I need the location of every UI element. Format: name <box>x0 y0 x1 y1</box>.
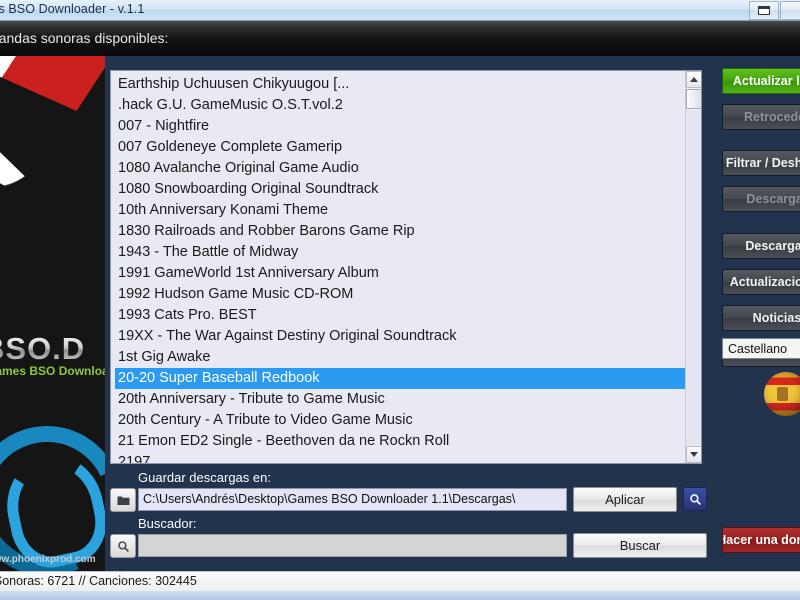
browse-folder-button[interactable] <box>110 488 136 512</box>
main-content: BSO.D Games BSO Downloader www.phoenixpr… <box>0 56 800 571</box>
downloads-button[interactable]: Descargas <box>722 233 800 259</box>
update-list-button[interactable]: Actualizar lista <box>722 68 800 94</box>
soundtrack-list[interactable]: Earthship Uchuusen Chikyuugou [... .hack … <box>111 71 686 463</box>
search-input[interactable] <box>138 534 567 557</box>
list-item[interactable]: 1992 Hudson Game Music CD-ROM <box>115 284 686 305</box>
save-path-input[interactable]: C:\Users\Andrés\Desktop\Games BSO Downlo… <box>138 488 567 511</box>
logo-title: BSO.D <box>0 331 85 367</box>
magnifier-icon <box>117 540 129 552</box>
list-item[interactable]: 20-20 Super Baseball Redbook <box>115 368 686 389</box>
apply-button[interactable]: Aplicar <box>573 487 677 512</box>
download-button[interactable]: Descargar <box>722 186 800 212</box>
magnifier-icon <box>689 493 701 505</box>
list-item[interactable]: 1993 Cats Pro. BEST <box>115 305 686 326</box>
list-item[interactable]: 1st Gig Awake <box>115 347 686 368</box>
scroll-down-button[interactable] <box>686 446 701 463</box>
window-title: Games BSO Downloader - v.1.1 <box>0 2 145 16</box>
search-button[interactable]: Buscar <box>573 533 707 558</box>
window-bottom-edge <box>0 591 800 600</box>
list-scrollbar[interactable] <box>685 71 701 463</box>
status-text: Bandas Sonoras: 6721 // Canciones: 30244… <box>0 574 197 588</box>
chevron-up-icon <box>690 77 698 82</box>
spain-flag-icon <box>764 372 800 416</box>
list-item[interactable]: 2197 <box>115 452 686 463</box>
scrollbar-track[interactable] <box>686 110 701 445</box>
browse-search-button[interactable] <box>683 487 707 511</box>
restore-icon <box>758 6 770 15</box>
list-item[interactable]: Earthship Uchuusen Chikyuugou [... <box>115 74 686 95</box>
search-icon-button[interactable] <box>110 534 136 558</box>
news-button[interactable]: Noticias <box>722 305 800 331</box>
updates-button[interactable]: Actualizaciones <box>722 269 800 295</box>
list-item[interactable]: 1080 Snowboarding Original Soundtrack <box>115 179 686 200</box>
list-item[interactable]: 1943 - The Battle of Midway <box>115 242 686 263</box>
flag-crest <box>777 387 788 401</box>
restore-button[interactable] <box>749 1 779 20</box>
filter-undo-button[interactable]: Filtrar / Deshacer <box>722 150 800 176</box>
application-window: Games BSO Downloader - v.1.1 Lista de ba… <box>0 0 800 600</box>
back-button[interactable]: Retroceder <box>722 104 800 130</box>
list-item[interactable]: 007 Goldeneye Complete Gamerip <box>115 137 686 158</box>
scrollbar-thumb[interactable] <box>686 89 701 109</box>
logo-subtitle: Games BSO Downloader <box>0 364 105 378</box>
soundtrack-listbox[interactable]: Earthship Uchuusen Chikyuugou [... .hack … <box>110 70 702 464</box>
maximize-button[interactable] <box>780 1 800 20</box>
header-label: Lista de bandas sonoras disponibles: <box>0 30 169 46</box>
list-item[interactable]: 21 Emon ED2 Single - Beethoven da ne Roc… <box>115 431 686 452</box>
language-select[interactable]: Castellano <box>722 338 800 359</box>
list-item[interactable]: 20th Century - A Tribute to Video Game M… <box>115 410 686 431</box>
list-item[interactable]: 20th Anniversary - Tribute to Game Music <box>115 389 686 410</box>
list-item[interactable]: 007 - Nightfire <box>115 116 686 137</box>
action-button-panel: Actualizar lista Retroceder Filtrar / De… <box>710 56 800 571</box>
header-bar: Lista de bandas sonoras disponibles: <box>0 21 800 56</box>
scroll-up-button[interactable] <box>686 71 701 88</box>
list-item[interactable]: .hack G.U. GameMusic O.S.T.vol.2 <box>115 95 686 116</box>
list-item[interactable]: 19XX - The War Against Destiny Original … <box>115 326 686 347</box>
window-titlebar: Games BSO Downloader - v.1.1 <box>0 0 800 21</box>
list-item[interactable]: 1991 GameWorld 1st Anniversary Album <box>115 263 686 284</box>
save-path-label: Guardar descargas en: <box>138 470 271 485</box>
donate-button[interactable]: Hacer una donación <box>722 527 800 553</box>
logo-panel: BSO.D Games BSO Downloader www.phoenixpr… <box>0 56 105 571</box>
search-label: Buscador: <box>138 516 197 531</box>
list-item[interactable]: 1830 Railroads and Robber Barons Game Ri… <box>115 221 686 242</box>
folder-icon <box>117 496 129 505</box>
list-item[interactable]: 1080 Avalanche Original Game Audio <box>115 158 686 179</box>
logo-website-url: www.phoenixprod.com <box>0 554 96 565</box>
status-bar: Bandas Sonoras: 6721 // Canciones: 30244… <box>0 571 800 591</box>
chevron-down-icon <box>690 452 698 457</box>
list-item[interactable]: 10th Anniversary Konami Theme <box>115 200 686 221</box>
window-controls <box>749 1 800 20</box>
download-form: Guardar descargas en: C:\Users\Andrés\De… <box>110 468 707 563</box>
